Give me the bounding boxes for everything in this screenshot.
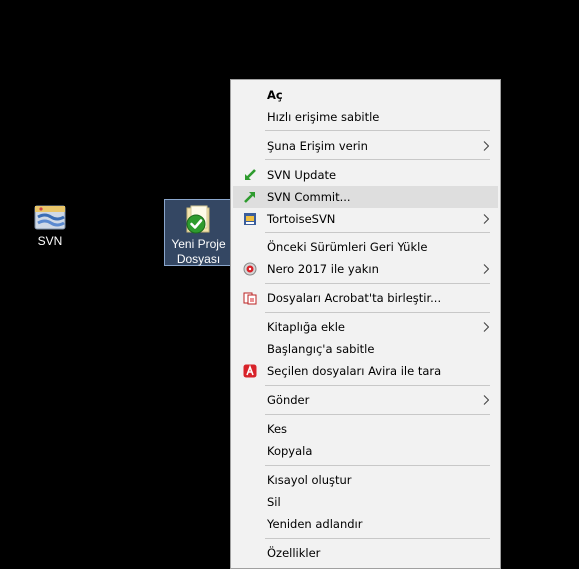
menu-item-kopyala[interactable]: Kopyala (233, 440, 498, 462)
menu-item-yeniden-adlandir[interactable]: Yeniden adlandır (233, 513, 498, 535)
menu-separator (265, 385, 490, 386)
menu-separator (265, 232, 490, 233)
menu-item-label: Gönder (267, 393, 310, 407)
menu-item-label: Seçilen dosyaları Avira ile tara (267, 364, 442, 378)
desktop-icon-label-line2: Dosyası (176, 252, 221, 266)
menu-item-tortoisesvn[interactable]: TortoiseSVN (233, 208, 498, 230)
menu-item-kes[interactable]: Kes (233, 418, 498, 440)
menu-item-label: Kes (267, 422, 288, 436)
menu-separator (265, 130, 490, 131)
menu-item-label: Özellikler (267, 546, 321, 560)
menu-separator (265, 312, 490, 313)
svn-commit-icon (244, 192, 255, 203)
chevron-right-icon (483, 141, 489, 151)
menu-item-ac[interactable]: Aç (233, 84, 498, 106)
menu-item-label: TortoiseSVN (267, 212, 336, 226)
chevron-right-icon (483, 395, 489, 405)
menu-item-label: Kısayol oluştur (267, 473, 352, 487)
menu-separator (265, 283, 490, 284)
menu-item-label: Şuna Erişim verin (267, 139, 368, 153)
menu-item-ozellikler[interactable]: Özellikler (233, 542, 498, 564)
tortoisesvn-icon (244, 213, 256, 225)
nero-icon (243, 262, 257, 276)
menu-item-label: Nero 2017 ile yakın (267, 262, 379, 276)
menu-item-label: Kopyala (267, 444, 313, 458)
desktop-icon-label-line1: Yeni Proje (171, 237, 226, 251)
menu-item-svn-update[interactable]: SVN Update (233, 164, 498, 186)
acrobat-icon (243, 292, 257, 305)
svn-shortcut-icon (34, 205, 66, 230)
menu-item-avira-tara[interactable]: Seçilen dosyaları Avira ile tara (233, 360, 498, 382)
menu-item-svn-commit[interactable]: SVN Commit... (233, 186, 498, 208)
menu-item-label: Önceki Sürümleri Geri Yükle (267, 240, 428, 254)
chevron-right-icon (483, 322, 489, 332)
menu-item-label: Aç (267, 88, 283, 102)
desktop-icon-svn[interactable]: SVN (28, 202, 72, 249)
menu-item-label: Sil (267, 495, 281, 509)
menu-item-suna-erisim-verin[interactable]: Şuna Erişim verin (233, 135, 498, 157)
menu-item-label: Yeniden adlandır (267, 517, 363, 531)
menu-separator (265, 465, 490, 466)
svn-update-icon (245, 169, 256, 180)
menu-separator (265, 538, 490, 539)
menu-item-label: Başlangıç'a sabitle (267, 342, 375, 356)
menu-item-gonder[interactable]: Gönder (233, 389, 498, 411)
menu-item-baslangica-sabitle[interactable]: Başlangıç'a sabitle (233, 338, 498, 360)
avira-icon (243, 364, 257, 378)
menu-item-hizli-erisime-sabitle[interactable]: Hızlı erişime sabitle (233, 106, 498, 128)
menu-separator (265, 414, 490, 415)
chevron-right-icon (483, 264, 489, 274)
menu-item-nero[interactable]: Nero 2017 ile yakın (233, 258, 498, 280)
menu-item-label: Hızlı erişime sabitle (267, 110, 380, 124)
menu-item-kitapliga-ekle[interactable]: Kitaplığa ekle (233, 316, 498, 338)
menu-item-label: SVN Update (267, 168, 337, 182)
menu-item-label: SVN Commit... (267, 190, 351, 204)
menu-item-sil[interactable]: Sil (233, 491, 498, 513)
menu-item-label: Kitaplığa ekle (267, 320, 345, 334)
folder-svn-ok-icon (186, 205, 209, 234)
context-menu: Aç Hızlı erişime sabitle Şuna Erişim ver… (230, 79, 501, 569)
menu-item-kisayol-olustur[interactable]: Kısayol oluştur (233, 469, 498, 491)
desktop-icon-yeni-proje-dosyasi[interactable]: Yeni Proje Dosyası (164, 199, 233, 266)
chevron-right-icon (483, 214, 489, 224)
menu-item-onceki-surumleri[interactable]: Önceki Sürümleri Geri Yükle (233, 236, 498, 258)
menu-separator (265, 159, 490, 160)
menu-item-acrobat-birlestir[interactable]: Dosyaları Acrobat'ta birleştir... (233, 287, 498, 309)
desktop-icon-label: SVN (37, 234, 63, 248)
menu-item-label: Dosyaları Acrobat'ta birleştir... (267, 291, 442, 305)
